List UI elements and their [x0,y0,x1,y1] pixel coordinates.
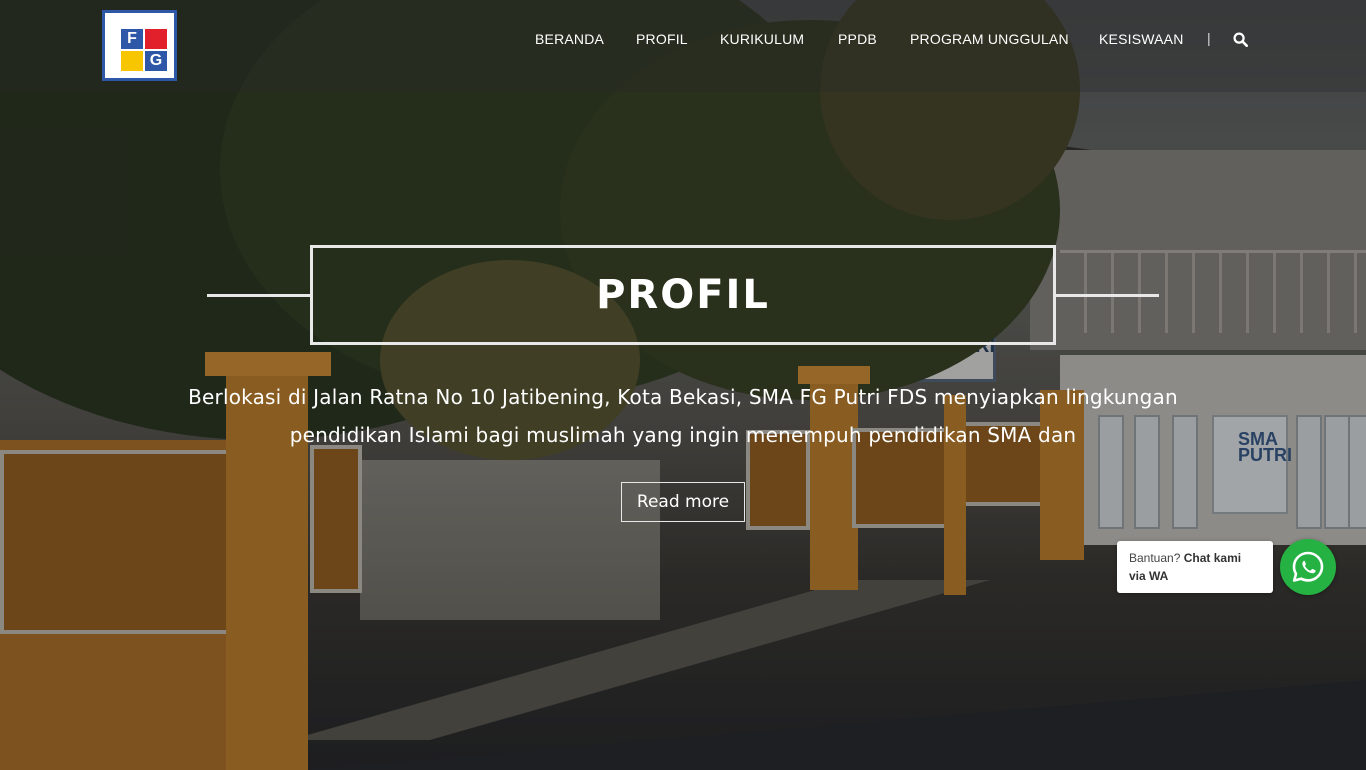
logo-letter-f: F [121,29,143,49]
whatsapp-icon [1292,551,1324,582]
nav-item-program-unggulan[interactable]: PROGRAM UNGGULAN [910,31,1069,47]
logo-red-square [145,29,167,49]
nav-item-profil[interactable]: PROFIL [636,31,688,47]
wa-chat-bubble[interactable]: Bantuan? Chat kami via WA [1117,541,1273,593]
nav-item-ppdb[interactable]: PPDB [838,31,877,47]
nav-item-kesiswaan[interactable]: KESISWAAN [1099,31,1184,47]
nav-item-kurikulum[interactable]: KURIKULUM [720,31,804,47]
page-title: PROFIL [596,272,770,318]
school-logo[interactable]: F G [102,10,177,81]
search-icon[interactable] [1233,32,1248,47]
hero-description-line-2: pendidikan Islami bagi muslimah yang ing… [289,423,1077,447]
wa-chat-prefix: Bantuan? [1129,551,1181,565]
nav-item-beranda[interactable]: BERANDA [535,31,604,47]
title-decor-line-right [1056,294,1159,297]
whatsapp-button[interactable] [1280,539,1336,595]
read-more-button[interactable]: Read more [621,482,745,522]
title-decor-line-left [207,294,311,297]
hero-description: Berlokasi di Jalan Ratna No 10 Jatibenin… [150,378,1216,454]
hero-description-line-1: Berlokasi di Jalan Ratna No 10 Jatibenin… [188,385,1178,409]
logo-letter-g: G [145,51,167,71]
nav-separator: | [1207,30,1211,46]
logo-yellow-square [121,51,143,71]
